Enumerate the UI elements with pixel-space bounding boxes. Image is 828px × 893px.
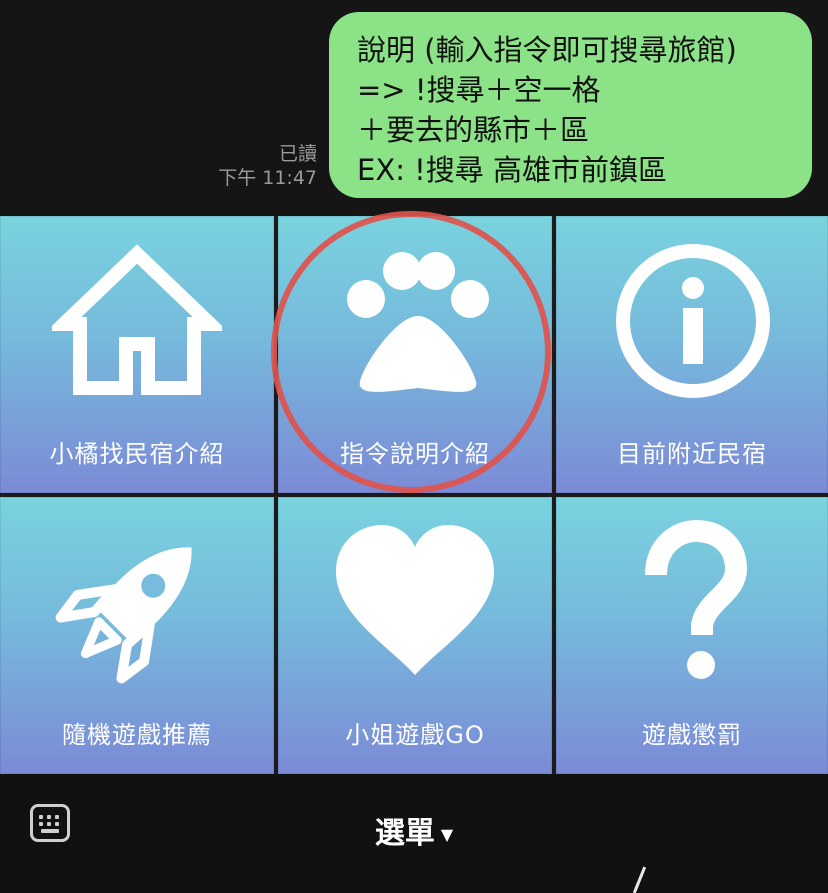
message-line: => !搜尋＋空一格: [357, 73, 601, 107]
caret-down-icon: ▼: [440, 825, 454, 844]
chat-screen: 已讀 下午 11:47 說明 (輸入指令即可搜尋旅館) => !搜尋＋空一格 ＋…: [0, 0, 828, 893]
message-line: ＋要去的縣市＋區: [357, 113, 590, 147]
bottom-bar: 選單 ▼: [0, 774, 828, 893]
menu-tile-label: 目前附近民宿: [617, 440, 767, 468]
menu-tile-lady-game[interactable]: 小姐遊戲GO: [278, 497, 552, 774]
menu-tile-label: 小姐遊戲GO: [345, 721, 485, 749]
menu-tile-penalty[interactable]: 遊戲懲罰: [556, 497, 828, 774]
message-meta: 已讀 下午 11:47: [218, 142, 317, 190]
menu-tile-commands[interactable]: 指令說明介紹: [278, 216, 552, 493]
menu-tile-label: 小橘找民宿介紹: [49, 440, 225, 468]
menu-tile-label: 隨機遊戲推薦: [62, 721, 212, 749]
message-bubble[interactable]: 說明 (輸入指令即可搜尋旅館) => !搜尋＋空一格 ＋要去的縣市＋區 EX: …: [329, 12, 812, 198]
menu-tile-label: 指令說明介紹: [340, 440, 490, 468]
rich-menu: 小橘找民宿介紹 指令說明介紹 目前附近民宿 隨機遊戲推薦 小姐遊戲GO 遊戲懲罰: [0, 216, 828, 774]
message-line: EX: !搜尋 高雄市前鎮區: [357, 153, 668, 187]
menu-tile-intro[interactable]: 小橘找民宿介紹: [0, 216, 274, 493]
house-icon: [0, 216, 274, 426]
rocket-icon: [0, 497, 274, 707]
message-time: 下午 11:47: [218, 167, 317, 189]
info-icon: [556, 216, 828, 426]
menu-tile-random-game[interactable]: 隨機遊戲推薦: [0, 497, 274, 774]
heart-icon: [278, 497, 552, 707]
question-icon: [556, 497, 828, 707]
menu-tile-nearby[interactable]: 目前附近民宿: [556, 216, 828, 493]
read-status: 已讀: [278, 143, 317, 165]
menu-toggle-label: 選單: [374, 816, 435, 851]
paw-icon: [278, 216, 552, 426]
menu-tile-label: 遊戲懲罰: [642, 721, 742, 749]
menu-toggle-button[interactable]: 選單 ▼: [0, 808, 828, 852]
message-line: 說明 (輸入指令即可搜尋旅館): [357, 33, 737, 67]
chat-area: 已讀 下午 11:47 說明 (輸入指令即可搜尋旅館) => !搜尋＋空一格 ＋…: [0, 0, 828, 216]
